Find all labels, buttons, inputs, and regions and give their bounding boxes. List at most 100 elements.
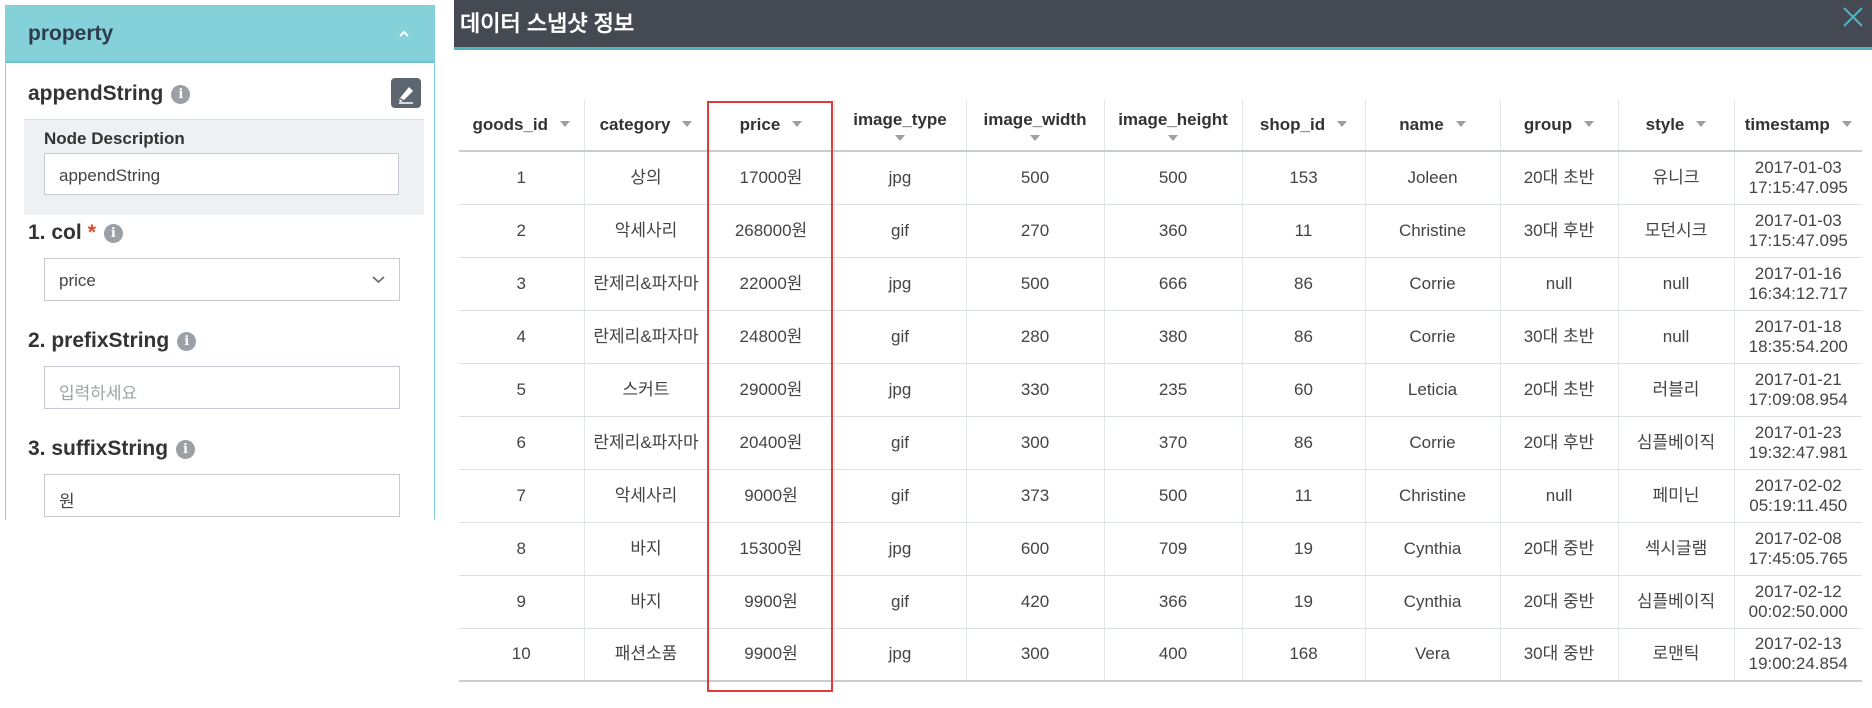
column-header-image-type[interactable]: image_type [834, 100, 967, 152]
info-icon[interactable]: i [176, 440, 196, 459]
column-header-price[interactable]: price [708, 100, 835, 152]
sort-caret-icon[interactable] [895, 135, 905, 141]
cell-style: 심플베이직 [1618, 575, 1735, 629]
sort-caret-icon[interactable] [1584, 121, 1595, 127]
prefix-string-input[interactable]: 입력하세요 [44, 366, 400, 409]
sort-caret-icon[interactable] [1030, 135, 1040, 141]
info-icon[interactable]: i [171, 85, 191, 104]
cell-category: 란제리&파자마 [584, 416, 709, 470]
timestamp-date: 2017-01-21 [1754, 369, 1842, 389]
cell-category: 란제리&파자마 [584, 310, 709, 364]
cell-name: Cynthia [1365, 522, 1501, 576]
table-row[interactable]: 10 패션소품 9900원 jpg 300 400 168 Vera 30대 중반 로맨틱 2017… [459, 628, 1862, 682]
timestamp-date: 2017-02-02 [1754, 475, 1842, 495]
cell-timestamp: 2017-02-13 19:00:24.854 [1734, 628, 1862, 682]
cell-image-width: 600 [966, 522, 1105, 576]
column-header-category[interactable]: category [584, 100, 709, 152]
cell-category: 악세사리 [584, 204, 709, 258]
cell-goods-id: 6 [459, 416, 585, 470]
snapshot-dialog-title: 데이터 스냅샷 정보 [460, 11, 635, 36]
column-header-goods-id[interactable]: goods_id [459, 100, 585, 152]
cell-price: 15300원 [708, 522, 835, 576]
column-header-label: name [1399, 115, 1444, 134]
sort-caret-icon[interactable] [682, 121, 693, 127]
sort-caret-icon[interactable] [1696, 121, 1707, 127]
cell-timestamp: 2017-01-16 16:34:12.717 [1734, 257, 1862, 311]
table-row[interactable]: 4 란제리&파자마 24800원 gif 280 380 86 Corrie 30대 초반 nul… [459, 310, 1862, 364]
info-icon[interactable]: i [177, 332, 197, 351]
prefix-string-label-text: 2. prefixString [28, 329, 170, 352]
table-row[interactable]: 3 란제리&파자마 22000원 jpg 500 666 86 Corrie null null 2… [459, 257, 1862, 311]
table-row[interactable]: 7 악세사리 9000원 gif 373 500 11 Christine null 페미닌 201… [459, 469, 1862, 523]
cell-image-height: 500 [1104, 469, 1243, 523]
cell-image-width: 300 [966, 416, 1105, 470]
cell-group: 30대 후반 [1500, 204, 1619, 258]
cell-name: Christine [1365, 469, 1501, 523]
sort-caret-icon[interactable] [1337, 121, 1348, 127]
cell-name: Cynthia [1365, 575, 1501, 629]
table-row[interactable]: 2 악세사리 268000원 gif 270 360 11 Christine 30대 후반 모던… [459, 204, 1862, 258]
cell-shop-id: 168 [1242, 628, 1366, 682]
timestamp-time: 18:35:54.200 [1748, 336, 1848, 356]
timestamp-date: 2017-02-12 [1754, 581, 1842, 601]
column-header-image-height[interactable]: image_height [1104, 100, 1243, 152]
timestamp-time: 00:02:50.000 [1748, 601, 1848, 621]
property-panel-title: property [28, 22, 114, 45]
cell-category: 패션소품 [584, 628, 709, 682]
table-row[interactable]: 6 란제리&파자마 20400원 gif 300 370 86 Corrie 20대 후반 심플베… [459, 416, 1862, 470]
cell-shop-id: 60 [1242, 363, 1366, 417]
column-header-timestamp[interactable]: timestamp [1734, 100, 1862, 152]
cell-group: 30대 중반 [1500, 628, 1619, 682]
chevron-up-icon[interactable] [398, 28, 410, 40]
node-description-label: Node Description [44, 129, 185, 148]
suffix-string-value: 원 [59, 492, 75, 511]
cell-style: 심플베이직 [1618, 416, 1735, 470]
cell-style: null [1618, 257, 1735, 311]
cell-image-type: gif [834, 416, 967, 470]
cell-timestamp: 2017-02-12 00:02:50.000 [1734, 575, 1862, 629]
info-icon[interactable]: i [103, 224, 123, 243]
cell-name: Corrie [1365, 257, 1501, 311]
cell-image-height: 360 [1104, 204, 1243, 258]
column-header-style[interactable]: style [1618, 100, 1735, 152]
suffix-string-input[interactable]: 원 [44, 474, 400, 517]
column-header-label: goods_id [472, 115, 549, 134]
node-description-input[interactable]: appendString [44, 153, 399, 195]
timestamp-date: 2017-02-13 [1754, 634, 1842, 654]
cell-goods-id: 5 [459, 363, 585, 417]
cell-image-type: jpg [834, 363, 967, 417]
column-header-shop-id[interactable]: shop_id [1242, 100, 1366, 152]
sort-caret-icon[interactable] [1841, 121, 1852, 127]
col-select[interactable]: price [44, 258, 400, 301]
cell-timestamp: 2017-01-18 18:35:54.200 [1734, 310, 1862, 364]
cell-timestamp: 2017-01-23 19:32:47.981 [1734, 416, 1862, 470]
sort-caret-icon[interactable] [1455, 121, 1466, 127]
cell-group: null [1500, 469, 1619, 523]
cell-category: 악세사리 [584, 469, 709, 523]
table-row[interactable]: 8 바지 15300원 jpg 600 709 19 Cynthia 20대 중반 섹시글램 201… [459, 522, 1862, 576]
table-row[interactable]: 5 스커트 29000원 jpg 330 235 60 Leticia 20대 초반 러블리 201… [459, 363, 1862, 417]
cell-timestamp: 2017-02-02 05:19:11.450 [1734, 469, 1862, 523]
cell-image-type: jpg [834, 151, 967, 205]
sort-caret-icon[interactable] [1168, 135, 1178, 141]
edit-description-button[interactable] [391, 78, 421, 108]
column-header-name[interactable]: name [1365, 100, 1501, 152]
property-panel-header[interactable]: property [6, 6, 434, 63]
table-row[interactable]: 1 상의 17000원 jpg 500 500 153 Joleen 20대 초반 유니크 2017… [459, 151, 1862, 205]
cell-image-width: 270 [966, 204, 1105, 258]
timestamp-time: 05:19:11.450 [1749, 495, 1848, 515]
timestamp-time: 19:32:47.981 [1748, 442, 1848, 462]
snapshot-table: goods_id category price image_type image… [459, 100, 1862, 682]
sort-caret-icon[interactable] [792, 121, 803, 127]
cell-group: 20대 초반 [1500, 363, 1619, 417]
column-header-group[interactable]: group [1500, 100, 1619, 152]
column-header-image-width[interactable]: image_width [966, 100, 1105, 152]
sort-caret-icon[interactable] [560, 121, 571, 127]
cell-image-type: gif [834, 469, 967, 523]
table-row[interactable]: 9 바지 9900원 gif 420 366 19 Cynthia 20대 중반 심플베이직 201… [459, 575, 1862, 629]
timestamp-date: 2017-02-08 [1754, 528, 1842, 548]
col-label-text: 1. col [28, 221, 82, 244]
close-icon[interactable] [1840, 4, 1866, 30]
cell-style: 모던시크 [1618, 204, 1735, 258]
cell-image-width: 373 [966, 469, 1105, 523]
